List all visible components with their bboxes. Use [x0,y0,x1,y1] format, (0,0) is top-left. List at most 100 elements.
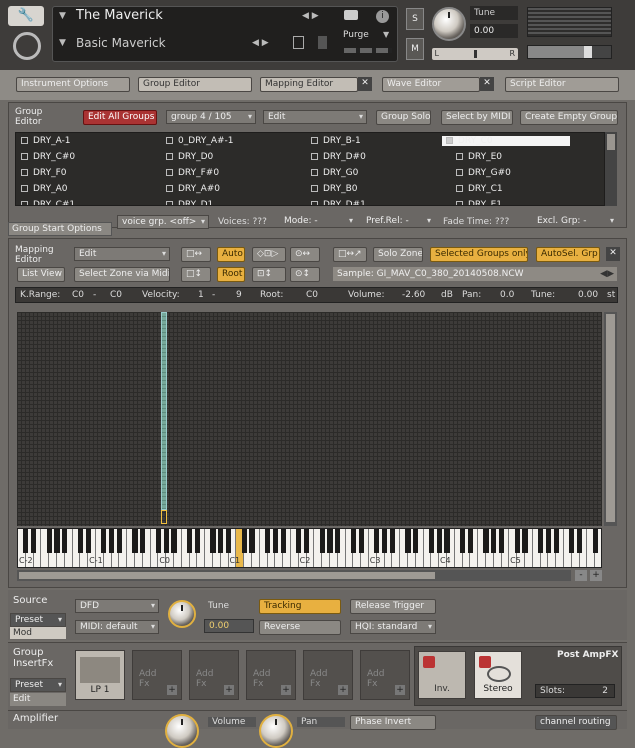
close-mapping-tab-icon[interactable]: ✕ [358,77,372,91]
black-key[interactable] [265,529,271,553]
mute-button[interactable]: M [406,38,424,60]
tracking-button[interactable]: Tracking [259,599,341,614]
select-zone-via-midi-button[interactable]: Select Zone via Midi [74,267,170,282]
group-edit-menu[interactable]: Edit [263,110,367,124]
selected-zone[interactable] [161,312,167,510]
black-key[interactable] [592,529,598,553]
black-key[interactable] [577,529,583,553]
edit-all-groups-button[interactable]: Edit All Groups [83,110,157,125]
krange-lo[interactable]: C0 [72,290,84,300]
fx-slot-empty-6[interactable]: Add Fx + [360,650,410,700]
group-list-item[interactable]: DRY_D1 [166,200,213,205]
tab-wave-editor[interactable]: Wave Editor [382,77,480,92]
group-checkbox[interactable] [456,169,463,176]
group-list-item[interactable]: DRY_D0 [166,152,213,162]
black-key[interactable] [187,529,193,553]
group-list-item[interactable]: DRY_C#1 [21,200,75,205]
close-mapping-icon[interactable]: ✕ [606,247,620,261]
group-checkbox[interactable] [311,201,318,205]
amp-pan-knob[interactable] [259,714,293,748]
black-key[interactable] [218,529,224,553]
phase-invert-button[interactable]: Phase Invert [350,715,436,730]
group-checkbox[interactable] [166,137,173,144]
sample-name-field[interactable]: Sample: GI_MAV_C0_380_20140508.NCW ◀▶ [333,267,617,281]
black-key[interactable] [155,529,161,553]
group-checkbox[interactable] [311,153,318,160]
black-key[interactable] [296,529,302,553]
group-list-item[interactable]: DRY_C0 [442,136,570,146]
amp-volume-knob[interactable] [165,714,199,748]
black-key[interactable] [101,529,107,553]
instrument-name[interactable]: The Maverick [76,8,163,23]
black-key[interactable] [522,529,528,553]
black-key[interactable] [538,529,544,553]
volume-value[interactable]: -2.60 [402,290,425,300]
group-checkbox[interactable] [456,185,463,192]
fx-slot-empty-3[interactable]: Add Fx + [189,650,239,700]
map-move-button[interactable]: ◇⊡▷ [252,247,286,262]
dfd-dropdown[interactable]: DFD [75,599,159,613]
krange-hi[interactable]: C0 [110,290,122,300]
mapping-edit-menu[interactable]: Edit [74,247,170,261]
list-view-button[interactable]: List View [17,267,65,282]
release-trigger-button[interactable]: Release Trigger [350,599,436,614]
group-list-item[interactable]: DRY_A#0 [166,184,220,194]
black-key[interactable] [382,529,388,553]
snapshot-nav-arrows[interactable]: ◀ ▶ [252,38,269,48]
black-key[interactable] [358,529,364,553]
map-vspread-button[interactable]: ⊙↕ [290,267,320,282]
group-selector[interactable]: group 4 / 105 [166,110,256,124]
black-key[interactable] [428,529,434,553]
group-list-scrollbar[interactable] [605,132,617,206]
pan-value[interactable]: 0.0 [500,290,514,300]
zone-tune-value[interactable]: 0.00 [578,290,598,300]
fx-slot-empty-5[interactable]: Add Fx + [303,650,353,700]
group-list-item[interactable]: DRY_A0 [21,184,68,194]
group-checkbox[interactable] [166,169,173,176]
auto-button[interactable]: Auto [217,247,245,262]
black-key[interactable] [444,529,450,553]
insertfx-edit-tab[interactable]: Edit [10,693,66,706]
group-checkbox[interactable] [166,185,173,192]
group-list-item[interactable]: DRY_A-1 [21,136,71,146]
group-checkbox[interactable] [21,169,28,176]
slots-field[interactable]: Slots: 2 [535,684,615,698]
fx-slot-empty-2[interactable]: Add Fx + [132,650,182,700]
excl-group-dropdown[interactable]: Excl. Grp: - [533,215,617,227]
black-key[interactable] [350,529,356,553]
mode-dropdown[interactable]: Mode: - [280,215,356,227]
group-list-item[interactable]: DRY_B-1 [311,136,361,146]
group-list-item[interactable]: DRY_D#0 [311,152,366,162]
group-checkbox[interactable] [166,153,173,160]
map-resize-button[interactable]: ⊡↕ [252,267,286,282]
fx-slot-lp1[interactable]: LP 1 [75,650,125,700]
black-key[interactable] [210,529,216,553]
tab-script-editor[interactable]: Script Editor [505,77,619,92]
black-key[interactable] [62,529,68,553]
grid-hscrollbar[interactable] [17,570,571,581]
group-checkbox[interactable] [456,153,463,160]
black-key[interactable] [389,529,395,553]
group-list-item[interactable]: DRY_C#0 [21,152,75,162]
velocity-hi[interactable]: 9 [236,290,242,300]
group-list-item[interactable]: DRY_E1 [456,200,502,205]
grid-vscrollbar[interactable] [604,312,617,526]
black-key[interactable] [226,529,232,553]
purge-label[interactable]: Purge [343,30,369,40]
instrument-expand-icon[interactable]: ▼ [59,11,66,21]
selected-zone-velocity[interactable] [161,510,167,524]
snapshot-name[interactable]: Basic Maverick [76,36,166,50]
map-spread-button[interactable]: ⊙↔ [290,247,320,262]
black-key[interactable] [249,529,255,553]
save-icon[interactable] [293,36,304,49]
group-list-item[interactable]: DRY_F#0 [166,168,219,178]
fx-slot-stereo[interactable]: Stereo [474,651,522,699]
black-key[interactable] [467,529,473,553]
volume-slider[interactable] [527,45,612,59]
fx-slot-empty-4[interactable]: Add Fx + [246,650,296,700]
black-key[interactable] [483,529,489,553]
snapshot-expand-icon[interactable]: ▼ [59,38,66,48]
zoom-out-button[interactable]: - [575,570,587,581]
create-empty-group-button[interactable]: Create Empty Group [520,110,618,125]
black-key[interactable] [77,529,83,553]
